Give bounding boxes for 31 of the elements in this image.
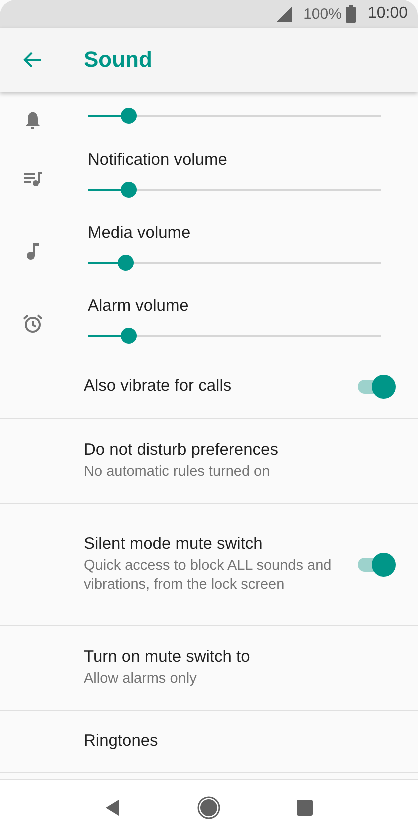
battery-percent: 100%: [304, 6, 342, 22]
setting-title: Do not disturb preferences: [84, 440, 280, 460]
setting-title: Ringtones: [84, 732, 160, 751]
back-arrow-icon: [23, 50, 43, 70]
setting-summary: Quick access to block ALL sounds and vibrations, from the lock screen: [84, 556, 333, 594]
volume-slider[interactable]: [88, 255, 381, 271]
setting-title: Silent mode mute switch: [84, 534, 264, 554]
volume-slider[interactable]: [88, 108, 381, 124]
setting-title: Turn on mute switch to: [84, 648, 252, 666]
battery-icon: [346, 5, 356, 23]
signal-icon: [276, 6, 292, 22]
setting-summary: No automatic rules turned on: [84, 462, 272, 482]
circle-icon: [197, 796, 221, 820]
screen-title: Sound: [84, 47, 152, 73]
slider-thumb[interactable]: [118, 255, 134, 271]
toggle-switch[interactable]: [356, 374, 396, 398]
volume-slider[interactable]: [88, 182, 381, 198]
alarm-clock-icon: [23, 314, 43, 334]
volume-slider[interactable]: [88, 328, 381, 344]
setting-title: Also vibrate for calls: [84, 377, 233, 396]
clock-time: 10:00: [368, 5, 408, 23]
slider-thumb[interactable]: [121, 328, 138, 344]
slider-thumb[interactable]: [121, 108, 138, 124]
square-icon: [297, 800, 313, 816]
volume-label: Notification volume: [88, 150, 228, 171]
triangle-icon: [105, 799, 121, 817]
setting-summary: Allow alarms only: [84, 670, 198, 688]
volume-label: Alarm volume: [88, 296, 190, 317]
slider-thumb[interactable]: [121, 182, 138, 198]
toggle-switch[interactable]: [356, 552, 396, 576]
volume-label: Media volume: [88, 223, 192, 244]
